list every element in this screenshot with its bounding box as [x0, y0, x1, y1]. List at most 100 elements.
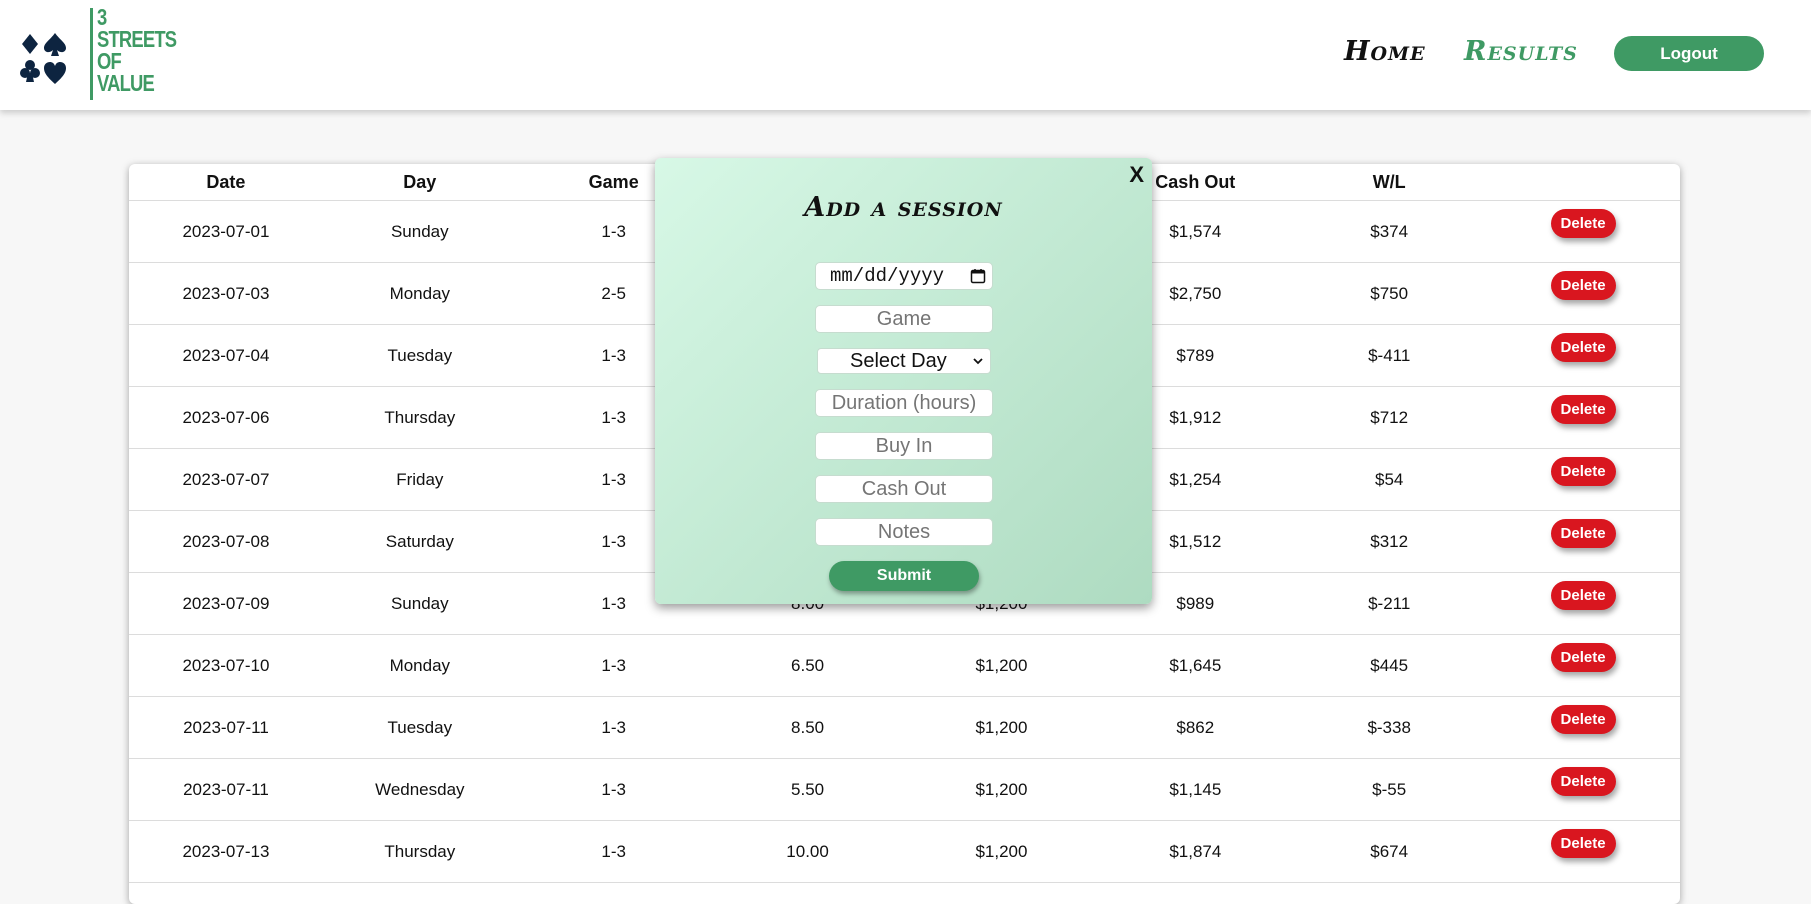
- action-cell: Delete: [1486, 634, 1680, 697]
- table-cell: $312: [1292, 510, 1487, 573]
- table-cell: 6.50: [710, 634, 905, 697]
- table-row: 2023-07-13 Thursday 1-3 10.00 $1,200 $1,874 $6…: [129, 820, 1680, 883]
- action-cell: Delete: [1486, 510, 1680, 573]
- delete-button[interactable]: Delete: [1550, 519, 1616, 548]
- table-cell: 1-3: [516, 758, 711, 821]
- action-cell: Delete: [1486, 324, 1680, 387]
- table-cell: Friday: [322, 448, 517, 511]
- delete-button[interactable]: Delete: [1550, 333, 1616, 362]
- action-cell: Delete: [1486, 262, 1680, 325]
- table-cell: 2023-07-07: [129, 448, 323, 511]
- column-header: W/L: [1292, 164, 1487, 201]
- logo-divider: [90, 8, 93, 100]
- action-cell: Delete: [1486, 696, 1680, 759]
- column-header: Date: [129, 164, 323, 201]
- table-cell: 10.00: [710, 820, 905, 883]
- table-cell: $-55: [1292, 758, 1487, 821]
- table-cell: Thursday: [322, 386, 517, 449]
- table-cell: 1-3: [516, 634, 711, 697]
- delete-button[interactable]: Delete: [1550, 581, 1616, 610]
- table-cell: 8.50: [710, 696, 905, 759]
- delete-button[interactable]: Delete: [1550, 829, 1616, 858]
- table-cell: $1,200: [904, 696, 1099, 759]
- table-cell: $750: [1292, 262, 1487, 325]
- table-cell: $54: [1292, 448, 1487, 511]
- logo-wordmark: 3 STREETS OF VALUE: [97, 4, 177, 96]
- delete-button[interactable]: Delete: [1550, 271, 1616, 300]
- action-cell: Delete: [1486, 758, 1680, 821]
- action-cell: Delete: [1486, 200, 1680, 263]
- table-cell: Tuesday: [322, 696, 517, 759]
- table-cell: $1,645: [1098, 634, 1293, 697]
- table-cell: 1-3: [516, 696, 711, 759]
- table-cell: Tuesday: [322, 324, 517, 387]
- table-cell: 2023-07-01: [129, 200, 323, 263]
- table-cell: 2023-07-10: [129, 634, 323, 697]
- table-cell: 2023-07-13: [129, 820, 323, 883]
- table-cell: $712: [1292, 386, 1487, 449]
- table-cell: 2023-07-06: [129, 386, 323, 449]
- day-select-value: Select Day: [850, 349, 947, 372]
- table-cell: $374: [1292, 200, 1487, 263]
- action-cell: Delete: [1486, 820, 1680, 883]
- notes-input[interactable]: [815, 518, 993, 546]
- table-cell: 2023-07-08: [129, 510, 323, 573]
- table-cell: $-338: [1292, 696, 1487, 759]
- column-header: [1486, 164, 1680, 201]
- table-row: 2023-07-11 Wednesday 1-3 5.50 $1,200 $1,145 $-…: [129, 758, 1680, 821]
- table-cell: $674: [1292, 820, 1487, 883]
- card-suits-icon: [20, 33, 66, 84]
- date-input[interactable]: mm/dd/yyyy: [815, 262, 993, 290]
- chevron-down-icon: [973, 358, 983, 365]
- table-cell: 2023-07-11: [129, 758, 323, 821]
- table-cell: $445: [1292, 634, 1487, 697]
- table-cell: $1,200: [904, 820, 1099, 883]
- game-input[interactable]: [815, 305, 993, 333]
- submit-button[interactable]: Submit: [829, 561, 979, 591]
- logout-button[interactable]: Logout: [1614, 36, 1764, 71]
- action-cell: Delete: [1486, 386, 1680, 449]
- day-select[interactable]: Select Day: [817, 348, 991, 374]
- table-row: 2023-07-10 Monday 1-3 6.50 $1,200 $1,645 $445 D…: [129, 634, 1680, 697]
- table-cell: $862: [1098, 696, 1293, 759]
- modal-title: Add a session: [804, 192, 1003, 223]
- table-cell: 2023-07-09: [129, 572, 323, 635]
- table-cell: 2023-07-03: [129, 262, 323, 325]
- nav-home-link[interactable]: Home: [1344, 36, 1426, 67]
- table-cell: Sunday: [322, 200, 517, 263]
- table-cell: Monday: [322, 262, 517, 325]
- table-cell: Sunday: [322, 572, 517, 635]
- delete-button[interactable]: Delete: [1550, 705, 1616, 734]
- table-cell: Wednesday: [322, 758, 517, 821]
- delete-button[interactable]: Delete: [1550, 209, 1616, 238]
- table-row: 2023-07-11 Tuesday 1-3 8.50 $1,200 $862 $-338 D…: [129, 696, 1680, 759]
- table-cell: 2023-07-11: [129, 696, 323, 759]
- date-placeholder: mm/dd/yyyy: [830, 265, 945, 287]
- action-cell: Delete: [1486, 448, 1680, 511]
- close-modal-button[interactable]: X: [1129, 162, 1144, 188]
- table-cell: $1,200: [904, 758, 1099, 821]
- table-cell: $1,145: [1098, 758, 1293, 821]
- calendar-icon[interactable]: [970, 268, 986, 284]
- top-header: 3 STREETS OF VALUE Home Results Logout: [0, 0, 1811, 110]
- table-cell: 1-3: [516, 820, 711, 883]
- delete-button[interactable]: Delete: [1550, 395, 1616, 424]
- table-cell: $-211: [1292, 572, 1487, 635]
- table-cell: Saturday: [322, 510, 517, 573]
- logo[interactable]: 3 STREETS OF VALUE: [20, 6, 177, 102]
- delete-button[interactable]: Delete: [1550, 643, 1616, 672]
- delete-button[interactable]: Delete: [1550, 457, 1616, 486]
- table-cell: 5.50: [710, 758, 905, 821]
- table-cell: 2023-07-04: [129, 324, 323, 387]
- action-cell: Delete: [1486, 572, 1680, 635]
- column-header: Day: [322, 164, 517, 201]
- add-session-modal: X Add a session mm/dd/yyyy Select Day Su…: [655, 158, 1152, 604]
- table-cell: $-411: [1292, 324, 1487, 387]
- buyin-input[interactable]: [815, 432, 993, 460]
- cashout-input[interactable]: [815, 475, 993, 503]
- duration-input[interactable]: [815, 389, 993, 417]
- table-cell: $1,874: [1098, 820, 1293, 883]
- table-cell: Thursday: [322, 820, 517, 883]
- delete-button[interactable]: Delete: [1550, 767, 1616, 796]
- nav-results-link[interactable]: Results: [1464, 36, 1578, 67]
